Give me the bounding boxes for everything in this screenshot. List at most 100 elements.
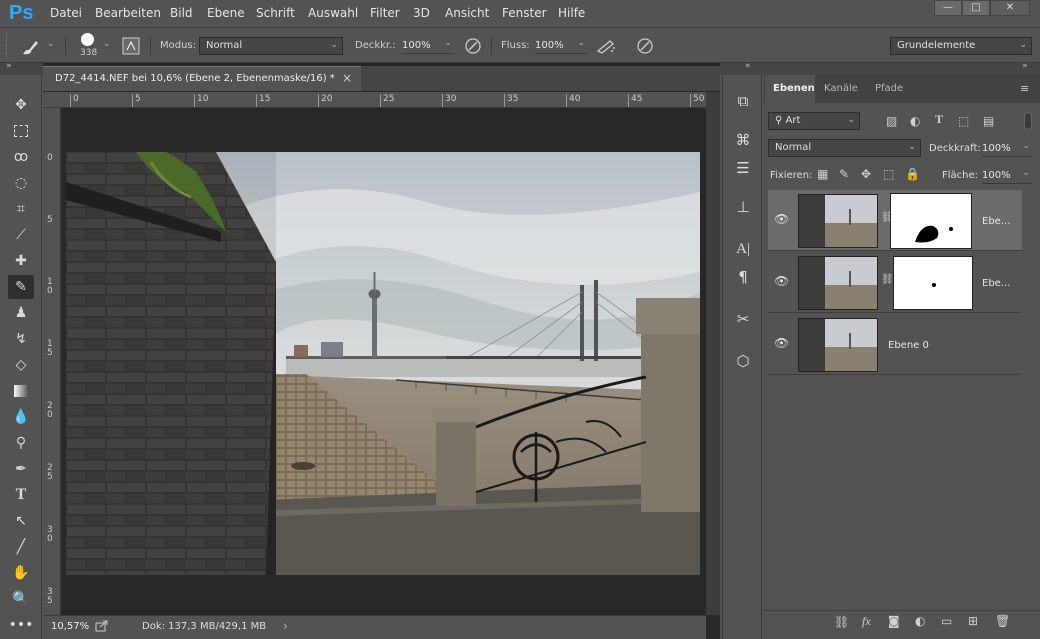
zoom-level[interactable]: 10,57% [51, 621, 89, 632]
filter-toggle[interactable] [1024, 112, 1032, 130]
panel-menu-icon[interactable]: ≡ [1020, 82, 1029, 95]
clone-source-icon[interactable]: ⊥ [731, 195, 755, 219]
grip-handle[interactable] [6, 33, 10, 59]
type-tool-icon[interactable]: T [8, 483, 34, 507]
zoom-tool-icon[interactable]: 🔍 [8, 587, 34, 611]
pressure-opacity-icon[interactable] [464, 37, 482, 55]
vertical-scrollbar[interactable] [706, 92, 720, 615]
brush-picker-caret-icon[interactable]: ⌄ [103, 39, 111, 49]
layer-row[interactable]: 👁 Ebene 0 [768, 314, 1022, 375]
adjustment-layer-icon[interactable]: ◐ [915, 614, 925, 628]
filter-adjustment-icon[interactable]: ◐ [910, 114, 920, 128]
lasso-tool-icon[interactable]: ꝏ [8, 145, 34, 169]
layer-name[interactable]: Ebene 0 [888, 340, 929, 351]
tab-layers[interactable]: Ebenen [765, 75, 815, 103]
paragraph-panel-icon[interactable]: ¶ [731, 265, 755, 289]
lock-position-icon[interactable]: ✥ [861, 167, 871, 181]
filter-shape-icon[interactable]: ⬚ [958, 114, 969, 128]
visibility-eye-icon[interactable]: 👁 [774, 212, 789, 226]
visibility-eye-icon[interactable]: 👁 [774, 274, 789, 288]
lock-pixels-icon[interactable]: ✎ [839, 167, 849, 181]
workspace-dropdown[interactable]: Grundelemente ⌄ [890, 37, 1032, 55]
canvas-area[interactable] [61, 108, 706, 615]
new-layer-icon[interactable]: ⊞ [968, 614, 978, 628]
brush-panel-icon[interactable] [122, 37, 140, 55]
new-group-folder-icon[interactable]: ▭ [941, 614, 952, 628]
menu-fenster[interactable]: Fenster [502, 6, 547, 20]
flow-field[interactable]: 100% ⌄ [535, 38, 587, 54]
3d-panel-icon[interactable]: ⬡ [731, 349, 755, 373]
filter-type-icon[interactable]: T [935, 112, 943, 127]
gradient-tool-icon[interactable] [8, 379, 34, 403]
menu-filter[interactable]: Filter [370, 6, 400, 20]
quick-selection-tool-icon[interactable]: ◌ [8, 171, 34, 195]
clone-stamp-tool-icon[interactable]: ♟ [8, 301, 34, 325]
trash-icon[interactable]: 🗑 [995, 614, 1010, 628]
blend-mode-dropdown[interactable]: Normal ⌄ [768, 139, 921, 157]
tab-channels[interactable]: Kanäle [817, 75, 865, 103]
visibility-eye-icon[interactable]: 👁 [774, 336, 789, 350]
menu-bild[interactable]: Bild [170, 6, 193, 20]
fx-icon[interactable]: fx [862, 614, 871, 629]
tab-paths[interactable]: Pfade [867, 75, 911, 103]
link-layers-icon[interactable]: ⛓ [834, 615, 849, 629]
menu-auswahl[interactable]: Auswahl [308, 6, 358, 20]
status-menu-arrow-icon[interactable]: › [283, 619, 288, 633]
expand-panels-icon[interactable]: » [1022, 61, 1028, 71]
collapse-panels-icon[interactable]: « [745, 61, 751, 71]
menu-ansicht[interactable]: Ansicht [445, 6, 489, 20]
adjustments-icon[interactable]: ☰ [731, 156, 755, 180]
tool-presets-icon[interactable]: ✂ [731, 307, 755, 331]
history-panel-icon[interactable]: ⧉ [731, 89, 755, 113]
dodge-tool-icon[interactable]: ⚲ [8, 431, 34, 455]
opacity-field[interactable]: 100% ⌄ [402, 38, 454, 54]
lock-artboard-icon[interactable]: ⬚ [883, 167, 894, 181]
healing-brush-tool-icon[interactable]: ✚ [8, 249, 34, 273]
hand-tool-icon[interactable]: ✋ [8, 561, 34, 585]
layer-row[interactable]: 👁 ⛓ Ebe... [768, 190, 1022, 251]
layer-opacity-field[interactable]: 100% ⌄ [982, 141, 1032, 157]
airbrush-icon[interactable] [596, 37, 616, 55]
menu-datei[interactable]: Datei [50, 6, 82, 20]
menu-bearbeiten[interactable]: Bearbeiten [95, 6, 161, 20]
maximize-button[interactable]: □ [962, 0, 990, 16]
brush-preview-icon[interactable] [81, 33, 94, 46]
eraser-tool-icon[interactable]: ◇ [8, 353, 34, 377]
pressure-size-icon[interactable] [636, 37, 654, 55]
minimize-button[interactable]: — [934, 0, 962, 16]
more-tools-icon[interactable]: ••• [8, 613, 34, 637]
brush-tool-icon[interactable] [20, 37, 40, 57]
blur-tool-icon[interactable]: 💧 [8, 405, 34, 429]
move-tool-icon[interactable]: ✥ [8, 93, 34, 117]
add-mask-icon[interactable]: ◙ [888, 614, 900, 628]
brush-presets-icon[interactable]: ⌘ [731, 128, 755, 152]
eyedropper-tool-icon[interactable]: ⟋ [8, 223, 34, 247]
menu-schrift[interactable]: Schrift [256, 6, 295, 20]
layer-name[interactable]: Ebe... [982, 216, 1010, 227]
filter-pixel-icon[interactable]: ▨ [886, 114, 897, 128]
brush-tool-icon[interactable]: ✎ [8, 275, 34, 299]
menu-hilfe[interactable]: Hilfe [558, 6, 585, 20]
layer-name[interactable]: Ebe... [982, 278, 1010, 289]
share-icon[interactable] [95, 620, 109, 632]
mode-dropdown[interactable]: Normal ⌄ [199, 37, 343, 55]
filter-smart-object-icon[interactable]: ▤ [983, 114, 994, 128]
line-tool-icon[interactable]: ╱ [8, 535, 34, 559]
character-panel-icon[interactable]: A| [731, 237, 755, 261]
layer-filter-dropdown[interactable]: ⚲ Art ⌄ [768, 112, 860, 130]
lock-transparency-icon[interactable]: ▦ [817, 167, 828, 181]
expand-toolbar-icon[interactable]: » [6, 61, 12, 71]
lock-all-icon[interactable]: 🔒 [905, 167, 920, 181]
marquee-tool-icon[interactable] [8, 119, 34, 143]
crop-tool-icon[interactable]: ⌗ [8, 197, 34, 221]
menu-ebene[interactable]: Ebene [207, 6, 245, 20]
document-tab[interactable]: D72_4414.NEF bei 10,6% (Ebene 2, Ebenenm… [43, 66, 361, 91]
path-selection-tool-icon[interactable]: ↖ [8, 509, 34, 533]
layer-mask-thumbnail[interactable] [890, 193, 972, 249]
mask-link-icon[interactable]: ⛓ [881, 274, 894, 285]
layer-row[interactable]: 👁 ⛓ Ebe... [768, 252, 1022, 313]
pen-tool-icon[interactable]: ✒ [8, 457, 34, 481]
photo-canvas[interactable] [61, 108, 706, 615]
fill-field[interactable]: 100% ⌄ [982, 168, 1032, 184]
menu-3d[interactable]: 3D [413, 6, 430, 20]
